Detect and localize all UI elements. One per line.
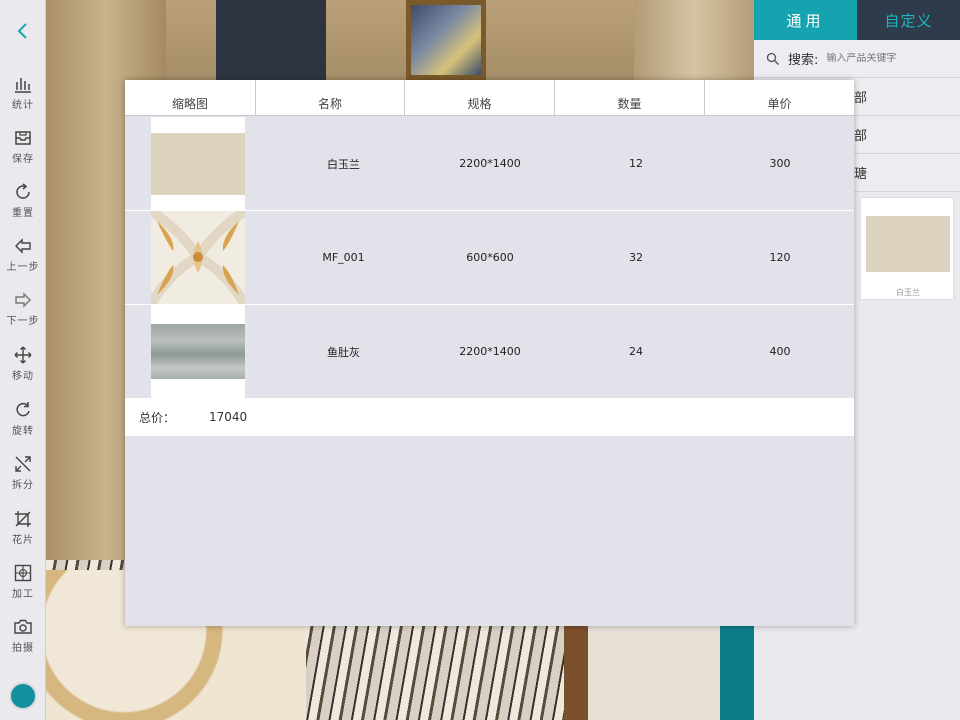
tool-process[interactable]: 加工 <box>0 563 46 613</box>
column-header: 名称 <box>256 80 405 116</box>
chair <box>516 620 754 720</box>
product-name: MF_001 <box>322 251 365 264</box>
search-icon <box>766 52 779 65</box>
rotate-icon <box>16 402 30 417</box>
tool-label: 加工 <box>12 589 34 600</box>
tool-label: 上一步 <box>6 262 40 273</box>
redo-icon <box>15 292 31 308</box>
wall-painting <box>406 0 486 80</box>
table-row[interactable]: 鱼肚灰 2200*1400 24 400 <box>125 305 854 399</box>
product-spec: 2200*1400 <box>459 345 521 358</box>
product-quantity: 12 <box>629 157 643 170</box>
table-row[interactable]: 白玉兰 2200*1400 12 300 <box>125 117 854 211</box>
tool-reset[interactable]: 重置 <box>0 182 46 232</box>
table-header: 缩略图 名称 规格 数量 单价 <box>125 80 854 116</box>
search-bar: 搜索: <box>754 40 960 78</box>
product-spec: 600*600 <box>466 251 514 264</box>
tool-label: 下一步 <box>6 316 40 327</box>
product-card[interactable]: 白玉兰 <box>860 197 954 300</box>
tool-tile-crop[interactable]: 花片 <box>0 509 46 559</box>
tile-thumbnail <box>151 324 245 379</box>
split-icon <box>15 456 31 472</box>
tool-label: 保存 <box>12 154 34 165</box>
tool-undo[interactable]: 上一步 <box>0 236 46 286</box>
tool-label: 移动 <box>12 371 34 382</box>
tool-label: 旋转 <box>12 426 34 437</box>
product-name: 鱼肚灰 <box>327 345 360 359</box>
search-label: 搜索: <box>788 53 819 68</box>
product-quantity: 24 <box>629 345 643 358</box>
total-label: 总价： <box>139 410 176 425</box>
product-thumbnail <box>866 216 950 272</box>
reset-icon <box>16 183 30 199</box>
move-icon <box>14 346 32 364</box>
product-name: 白玉兰 <box>327 157 360 171</box>
bar-chart-icon <box>15 78 31 93</box>
undo-icon <box>15 238 31 254</box>
tool-label: 花片 <box>12 535 34 546</box>
total-row: 总价： 17040 <box>125 398 854 436</box>
tool-label: 拆分 <box>12 480 34 491</box>
tab-custom[interactable]: 自定义 <box>857 0 960 40</box>
tool-label: 拍摄 <box>12 643 34 654</box>
statistics-dialog: 缩略图 名称 规格 数量 单价 白玉兰 2200*1400 12 300 MF_… <box>125 80 854 626</box>
tool-rotate[interactable]: 旋转 <box>0 400 46 450</box>
tool-redo[interactable]: 下一步 <box>0 290 46 340</box>
tool-label: 重置 <box>12 208 34 219</box>
tab-general[interactable]: 通用 <box>754 0 857 40</box>
search-input[interactable] <box>826 53 937 64</box>
total-value: 17040 <box>209 410 248 424</box>
save-icon <box>15 131 31 145</box>
table-row[interactable]: MF_001 600*600 32 120 <box>125 211 854 305</box>
product-quantity: 32 <box>629 251 643 264</box>
product-price: 400 <box>769 345 791 358</box>
tile-thumbnail <box>151 133 245 195</box>
product-price: 120 <box>769 251 791 264</box>
tab-bar: 通用 自定义 <box>754 0 960 40</box>
color-button[interactable] <box>9 682 37 710</box>
process-icon <box>14 564 32 582</box>
tool-camera[interactable]: 拍摄 <box>0 617 46 667</box>
column-header: 规格 <box>405 80 555 116</box>
camera-icon <box>14 619 32 634</box>
crop-icon <box>15 511 31 527</box>
tile-thumbnail <box>151 211 245 304</box>
chevron-left-icon <box>17 23 27 39</box>
tool-label: 统计 <box>12 100 34 111</box>
left-toolbar: 统计 保存 重置 上一步 下一步 移动 旋转 拆分 花片 加工 拍摄 <box>0 0 46 720</box>
back-button[interactable] <box>8 16 38 46</box>
product-spec: 2200*1400 <box>459 157 521 170</box>
window-panel <box>216 0 326 80</box>
tool-stats[interactable]: 统计 <box>0 74 46 124</box>
column-header: 数量 <box>555 80 705 116</box>
product-name: 白玉兰 <box>896 288 920 297</box>
tool-move[interactable]: 移动 <box>0 345 46 395</box>
product-price: 300 <box>769 157 791 170</box>
column-header: 缩略图 <box>125 80 256 116</box>
tool-save[interactable]: 保存 <box>0 128 46 178</box>
column-header: 单价 <box>767 97 792 111</box>
tool-split[interactable]: 拆分 <box>0 454 46 504</box>
